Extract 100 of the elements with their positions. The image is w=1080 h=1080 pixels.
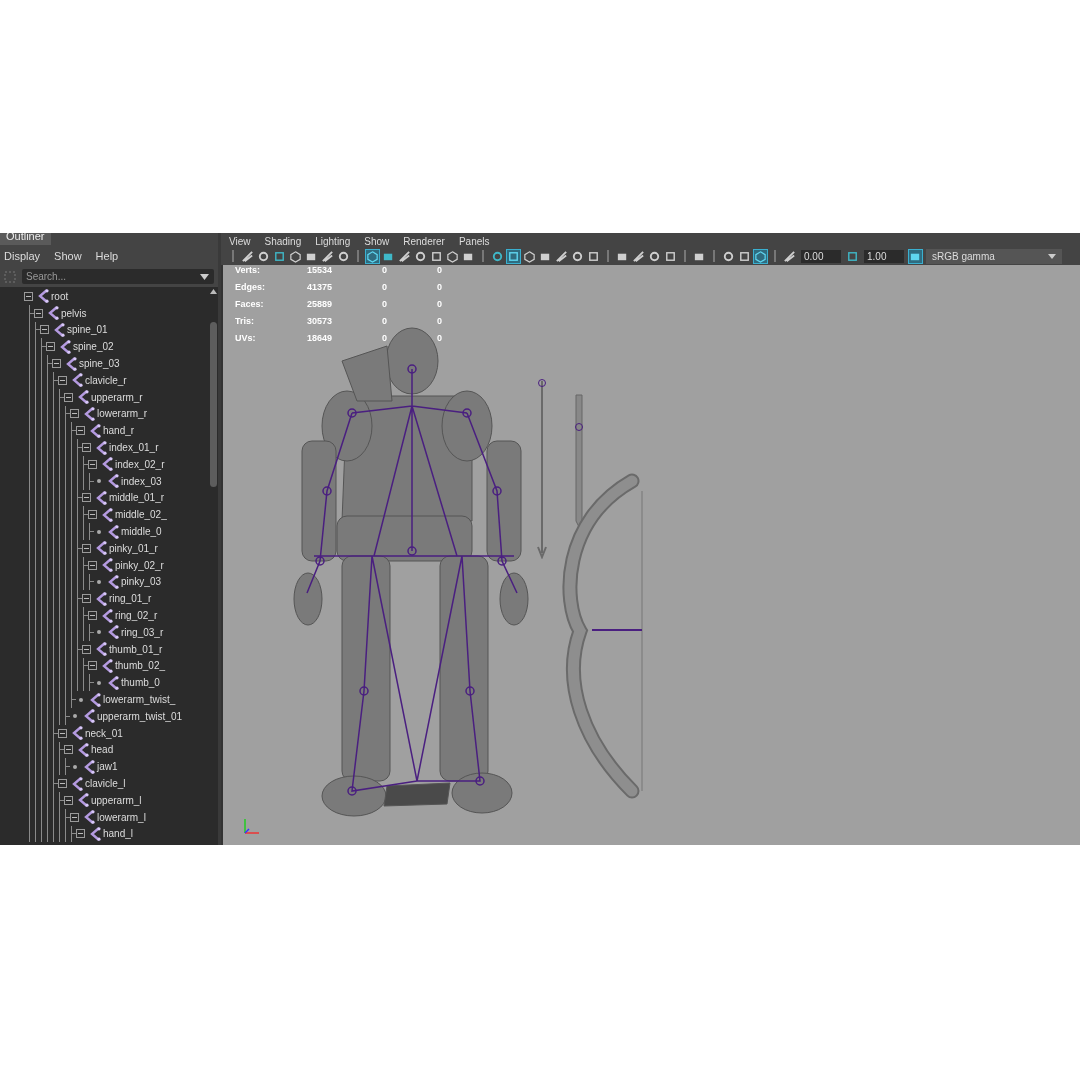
toolbar-button[interactable] [320,248,335,264]
collapse-toggle[interactable] [70,409,79,419]
search-field[interactable]: Search... [22,269,214,284]
stat-value: 0 [382,316,388,328]
collapse-toggle[interactable] [82,594,91,604]
outliner-item[interactable]: upperarm_twist_01 [97,710,183,722]
collapse-toggle[interactable] [64,795,73,805]
collapse-toggle[interactable] [76,829,85,839]
outliner-item[interactable]: middle_01_r [109,492,165,504]
outliner-item[interactable]: thumb_0 [121,677,160,689]
collapse-toggle[interactable] [64,392,73,402]
collapse-toggle[interactable] [88,661,97,671]
collapse-toggle[interactable] [58,779,67,788]
color-space-dropdown[interactable]: sRGB gamma [926,248,1062,264]
toolbar-button[interactable] [365,248,380,264]
outliner-item[interactable]: index_03 [121,475,162,487]
menu-item[interactable]: Renderer [403,236,445,247]
outliner-item[interactable]: middle_02_ [115,509,167,521]
outliner-item[interactable]: thumb_01_r [109,643,163,655]
collapse-toggle[interactable] [82,644,91,654]
outliner-item[interactable]: pelvis [61,307,87,319]
collapse-toggle[interactable] [58,728,67,738]
joint-icon [95,490,107,505]
outliner-item[interactable]: lowerarm_r [97,408,147,420]
joint-icon [101,457,113,472]
joint-icon [53,323,65,337]
collapse-toggle[interactable] [88,611,97,621]
toolbar-button[interactable] [782,248,797,264]
collapse-toggle[interactable] [88,459,97,469]
outliner-item[interactable]: spine_03 [79,358,120,370]
joint-icon [107,574,119,589]
toolbar-button[interactable] [631,248,646,264]
value-field[interactable]: 0.00 [801,249,841,263]
collapse-toggle[interactable] [40,325,49,335]
outliner-item[interactable]: index_01_r [109,442,159,454]
outliner-item[interactable]: pinky_01_r [109,542,158,554]
toolbar-button[interactable] [753,248,768,264]
toolbar-button[interactable] [445,248,460,264]
outliner-item[interactable]: upperarm_r [91,391,143,403]
toolbar-button[interactable] [522,248,537,264]
toolbar-button[interactable] [908,248,923,264]
outliner-item[interactable]: clavicle_l [85,778,126,789]
outliner-item[interactable]: jaw1 [97,761,118,773]
outliner-item[interactable]: ring_01_r [109,593,152,605]
outliner-item[interactable]: thumb_02_ [115,660,166,672]
outliner-item[interactable]: ring_03_r [121,626,164,638]
menu-item[interactable]: View [229,236,251,247]
panel-title: Outliner [0,233,51,245]
outliner-item[interactable]: middle_0 [121,526,162,538]
toolbar-button[interactable] [397,248,412,264]
outliner-item[interactable]: head [91,744,114,756]
toolbar-button[interactable] [240,248,255,264]
outliner-item[interactable]: spine_01 [67,324,108,336]
collapse-toggle[interactable] [70,812,79,822]
outliner-item[interactable]: hand_l [103,828,134,840]
menu-item[interactable]: Lighting [315,236,351,247]
outliner-item[interactable]: spine_02 [73,341,114,353]
collapse-toggle[interactable] [76,426,85,436]
collapse-toggle[interactable] [82,543,91,553]
collapse-toggle[interactable] [88,560,97,570]
outliner-item[interactable]: hand_r [103,425,135,437]
toolbar-button[interactable] [554,248,569,264]
collapse-toggle[interactable] [64,745,73,755]
scroll-up-arrow-icon[interactable] [210,289,217,294]
joint-icon [89,826,101,841]
menu-item[interactable]: Display [4,249,41,262]
collapse-toggle[interactable] [34,308,43,318]
menu-item[interactable]: Show [364,236,390,247]
outliner-item[interactable]: pinky_02_r [115,559,164,571]
collapse-toggle[interactable] [82,443,91,453]
outliner-item[interactable]: clavicle_r [85,374,127,386]
menu-item[interactable]: Panels [458,236,490,247]
scrollbar-thumb[interactable] [210,322,217,487]
value-field[interactable]: 1.00 [864,249,904,263]
collapse-toggle[interactable] [58,375,67,385]
stat-value: 15534 [307,265,334,277]
collapse-toggle[interactable] [88,510,97,520]
outliner-item[interactable]: ring_02_r [115,610,158,622]
outliner-item[interactable]: index_02_r [115,458,165,470]
stat-value: 0 [437,265,443,277]
outliner-item[interactable]: upperarm_l [91,794,142,806]
collapse-toggle[interactable] [46,342,55,352]
joint-icon [47,306,59,321]
outliner-item[interactable]: root [51,290,69,302]
outliner-item[interactable]: pinky_03 [121,576,162,588]
toolbar-button[interactable] [506,248,521,264]
collapse-toggle[interactable] [52,359,61,369]
joint-icon [101,658,113,673]
outliner-item[interactable]: lowerarm_twist_ [103,694,176,705]
dropdown-caret-icon [1048,253,1056,259]
outliner-item[interactable]: lowerarm_l [97,811,146,823]
menu-item[interactable]: Show [54,249,82,262]
menu-item[interactable]: Help [95,249,119,262]
outliner-item[interactable]: neck_01 [85,727,123,739]
toolbar-button[interactable] [288,248,303,264]
collapse-toggle[interactable] [82,493,91,503]
menu-item[interactable]: Shading [264,236,302,247]
collapse-toggle[interactable] [24,291,33,301]
joint-icon [89,423,101,438]
joint-icon [59,339,71,354]
